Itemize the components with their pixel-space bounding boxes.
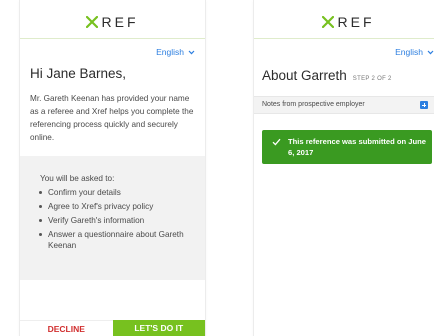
intro-text: Mr. Gareth Keenan has provided your name…	[30, 94, 194, 142]
page-title: About Garreth STEP 2 OF 2	[262, 68, 392, 83]
action-bar: DECLINE LET'S DO IT	[20, 320, 205, 336]
tasks-list: Confirm your details Agree to Xref's pri…	[38, 187, 198, 254]
x-logo-icon	[85, 16, 98, 28]
plus-icon[interactable]	[420, 101, 428, 109]
language-label: English	[156, 47, 184, 57]
x-logo-icon	[321, 16, 334, 28]
alert-text: This reference was submitted on June 6, …	[288, 137, 426, 157]
about-screen: REF English About Garreth STEP 2 OF 2 No…	[254, 0, 434, 336]
list-item: Answer a questionnaire about Gareth Keen…	[39, 229, 198, 251]
decline-button[interactable]: DECLINE	[20, 320, 113, 336]
page-title-text: About Garreth	[262, 68, 347, 83]
chevron-down-icon	[188, 50, 195, 54]
app-header: REF	[254, 0, 434, 39]
logo-text: REF	[337, 14, 375, 30]
list-item: Verify Gareth's information	[39, 215, 198, 226]
submitted-alert: This reference was submitted on June 6, …	[262, 130, 432, 164]
step-indicator: STEP 2 OF 2	[352, 76, 392, 82]
tasks-title: You will be asked to:	[40, 174, 115, 183]
notes-row[interactable]: Notes from prospective employer	[254, 96, 434, 114]
check-icon	[272, 138, 281, 146]
chevron-down-icon	[427, 50, 434, 54]
language-selector[interactable]: English	[156, 47, 195, 57]
tasks-panel: You will be asked to: Confirm your detai…	[20, 156, 205, 280]
notes-label: Notes from prospective employer	[262, 101, 365, 108]
logo-text: REF	[101, 14, 139, 30]
greeting: Hi Jane Barnes,	[30, 66, 127, 81]
app-header: REF	[20, 0, 205, 39]
list-item: Agree to Xref's privacy policy	[39, 201, 198, 212]
welcome-screen: REF English Hi Jane Barnes, Mr. Gareth K…	[20, 0, 205, 336]
xref-logo: REF	[288, 13, 408, 31]
xref-logo: REF	[52, 13, 172, 31]
list-item: Confirm your details	[39, 187, 198, 198]
language-label: English	[395, 47, 423, 57]
language-selector[interactable]: English	[395, 47, 434, 57]
lets-do-it-button[interactable]: LET'S DO IT	[112, 320, 205, 336]
